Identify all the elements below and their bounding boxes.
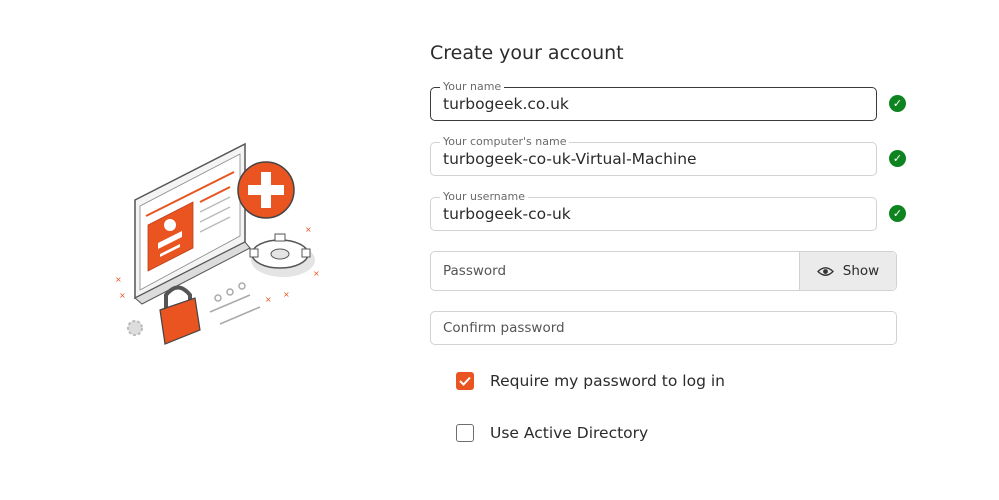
check-circle-icon: ✓: [889, 205, 906, 222]
account-security-illustration: × × × × × ×: [115, 142, 320, 345]
name-field[interactable]: Your name: [430, 80, 877, 121]
svg-text:×: ×: [313, 269, 320, 278]
svg-text:×: ×: [305, 225, 312, 234]
show-password-label: Show: [842, 263, 880, 279]
page-title: Create your account: [430, 42, 624, 64]
check-circle-icon: ✓: [889, 150, 906, 167]
svg-text:×: ×: [283, 290, 290, 299]
name-input[interactable]: [443, 88, 866, 120]
confirm-password-input[interactable]: [443, 312, 886, 344]
active-directory-label: Use Active Directory: [490, 424, 649, 442]
active-directory-option[interactable]: Use Active Directory: [456, 424, 648, 442]
password-field[interactable]: Show: [430, 251, 897, 291]
password-dots-illustration: [209, 282, 261, 325]
show-password-button[interactable]: Show: [799, 252, 896, 290]
checkmark-icon: [459, 376, 471, 386]
require-password-checkbox[interactable]: [456, 372, 474, 390]
require-password-label: Require my password to log in: [490, 372, 725, 390]
svg-text:×: ×: [119, 291, 126, 300]
svg-text:×: ×: [265, 295, 272, 304]
padlock-illustration: [159, 285, 201, 345]
gear-illustration: [249, 233, 315, 277]
computer-name-input[interactable]: [443, 143, 866, 175]
computer-name-field[interactable]: Your computer's name: [430, 135, 877, 176]
username-field[interactable]: Your username: [430, 190, 877, 231]
monitor-illustration: [134, 142, 251, 305]
active-directory-checkbox[interactable]: [456, 424, 474, 442]
small-gear-illustration: [127, 320, 143, 336]
eye-icon: [816, 266, 834, 276]
require-password-option[interactable]: Require my password to log in: [456, 372, 725, 390]
plus-circle-illustration: [237, 161, 295, 219]
confirm-password-field[interactable]: [430, 311, 897, 345]
svg-text:×: ×: [115, 275, 122, 284]
username-input[interactable]: [443, 198, 866, 230]
check-circle-icon: ✓: [889, 95, 906, 112]
password-input[interactable]: [443, 252, 790, 290]
